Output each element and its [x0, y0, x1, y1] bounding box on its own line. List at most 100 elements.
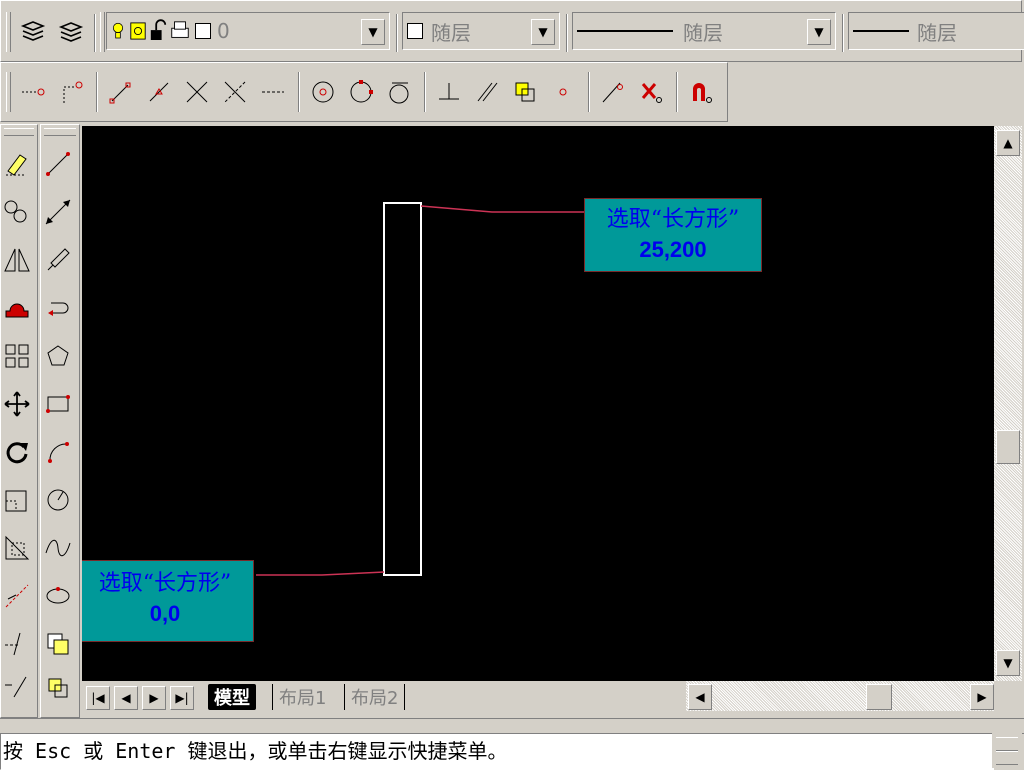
last-tab-button[interactable]: ▶| [170, 686, 194, 710]
insert-block-button[interactable] [38, 624, 78, 664]
insert-block-icon [47, 633, 69, 655]
tab-layout2[interactable]: 布局2 [344, 684, 406, 710]
layer-name: 0 [217, 19, 230, 43]
rotate-button[interactable] [0, 432, 37, 472]
snap-insert-button[interactable] [510, 77, 540, 107]
copy-button[interactable] [0, 192, 37, 232]
stretch-button[interactable] [0, 528, 37, 568]
make-block-button[interactable] [38, 668, 78, 708]
tab-layout1[interactable]: 布局1 [272, 684, 332, 710]
snap-node-button[interactable] [548, 77, 578, 107]
toolbar-separator [676, 72, 678, 112]
tab-model-label: 模型 [214, 688, 250, 709]
tab-layout2-label: 布局2 [351, 688, 399, 709]
spline-button[interactable] [38, 528, 78, 568]
rectangle-button[interactable] [38, 384, 78, 424]
rectangle-object[interactable] [383, 202, 422, 576]
arc-button[interactable] [38, 432, 78, 472]
layer-previous-button[interactable] [56, 16, 86, 46]
first-tab-button[interactable]: |◀ [86, 686, 110, 710]
scroll-left-button[interactable]: ◀ [688, 684, 712, 710]
scroll-right-button[interactable]: ▶ [970, 684, 994, 710]
snap-temp-track-button[interactable] [18, 77, 48, 107]
polygon-button[interactable] [38, 288, 78, 328]
extend-button[interactable] [0, 624, 37, 664]
color-dropdown-arrow[interactable]: ▼ [531, 19, 555, 45]
snap-endpoint-button[interactable] [106, 77, 136, 107]
horizontal-scrollbar[interactable]: ◀ ▶ [686, 681, 994, 711]
command-line-scrollbar[interactable] [992, 733, 1022, 768]
tab-layout1-label: 布局1 [279, 688, 327, 709]
toolbar-grip[interactable] [44, 128, 76, 136]
snap-midpoint-button[interactable] [144, 77, 174, 107]
move-button[interactable] [0, 384, 37, 424]
ellipse-button[interactable] [38, 576, 78, 616]
linetype-dropdown[interactable]: 随层 ▼ [572, 12, 836, 50]
array-button[interactable] [0, 336, 37, 376]
snap-apparent-intersection-icon [224, 81, 246, 103]
snap-parallel-button[interactable] [472, 77, 502, 107]
break-button[interactable] [0, 668, 37, 708]
color-value: 随层 [431, 20, 471, 45]
tab-model[interactable]: 模型 [208, 684, 256, 710]
trim-button[interactable] [0, 576, 37, 616]
construction-line-button[interactable] [38, 192, 78, 232]
mirror-button[interactable] [0, 240, 37, 280]
line-button[interactable] [38, 144, 78, 184]
scroll-up-button[interactable] [996, 737, 1018, 751]
callout-top-coordinate: 25,200 [639, 237, 707, 262]
layer-dropdown-arrow[interactable]: ▼ [361, 19, 385, 45]
snap-tangent-icon [389, 82, 409, 104]
toolbar-grip[interactable] [6, 72, 11, 112]
spline-icon [45, 539, 71, 557]
command-line[interactable]: 按 Esc 或 Enter 键退出，或单击右键显示快捷菜单。 [0, 733, 994, 770]
toolbar-separator [96, 72, 98, 112]
line-icon [46, 152, 70, 176]
vertical-scrollbar[interactable]: ▲ ▼ [994, 126, 1022, 681]
erase-button[interactable] [0, 144, 37, 184]
horizontal-scroll-thumb[interactable] [866, 684, 892, 710]
snap-intersection-button[interactable] [182, 77, 212, 107]
copy-icon [4, 200, 27, 223]
snap-perpendicular-button[interactable] [434, 77, 464, 107]
toolbar-separator [842, 14, 844, 52]
pentagon-button[interactable] [38, 336, 78, 376]
snap-from-button[interactable] [56, 77, 86, 107]
rectangle-icon [46, 395, 70, 413]
toolbar-grip[interactable] [100, 12, 105, 52]
snap-center-button[interactable] [308, 77, 338, 107]
snap-tangent-button[interactable] [384, 77, 414, 107]
scale-button[interactable] [0, 480, 37, 520]
snap-center-icon [312, 81, 334, 103]
circle-button[interactable] [38, 480, 78, 520]
snap-settings-button[interactable] [686, 77, 716, 107]
next-tab-button[interactable]: ▶ [142, 686, 166, 710]
polyline-button[interactable] [38, 240, 78, 280]
leader-line-bottom [256, 571, 385, 576]
lineweight-preview [853, 30, 909, 32]
layer-dropdown[interactable]: 0 ▼ [106, 12, 390, 50]
snap-extension-line-button[interactable] [258, 77, 288, 107]
snap-nearest-button[interactable] [598, 77, 628, 107]
toolbar-grip[interactable] [4, 128, 34, 136]
scroll-down-button[interactable]: ▼ [996, 650, 1020, 676]
snap-none-button[interactable] [636, 77, 666, 107]
lineweight-dropdown[interactable]: 随层 [848, 12, 1024, 50]
scroll-down-button[interactable] [996, 751, 1018, 765]
snap-apparent-intersection-button[interactable] [220, 77, 250, 107]
layer-manager-button[interactable] [18, 16, 48, 46]
offset-button[interactable] [0, 288, 37, 328]
toolbar-separator [298, 72, 300, 112]
vertical-scroll-thumb[interactable] [996, 430, 1020, 464]
layer-thaw-sun-icon [130, 22, 146, 40]
lineweight-value: 随层 [917, 20, 957, 45]
toolbar-grip[interactable] [6, 12, 11, 52]
drawing-canvas[interactable]: 选取“长方形” 25,200 选取“长方形” 0,0 [82, 126, 994, 681]
scroll-up-button[interactable]: ▲ [996, 130, 1020, 156]
color-dropdown[interactable]: 随层 ▼ [402, 12, 560, 50]
layer-color-swatch [195, 23, 211, 39]
linetype-dropdown-arrow[interactable]: ▼ [807, 19, 831, 45]
ellipse-icon [46, 587, 70, 604]
snap-quadrant-button[interactable] [346, 77, 376, 107]
prev-tab-button[interactable]: ◀ [114, 686, 138, 710]
